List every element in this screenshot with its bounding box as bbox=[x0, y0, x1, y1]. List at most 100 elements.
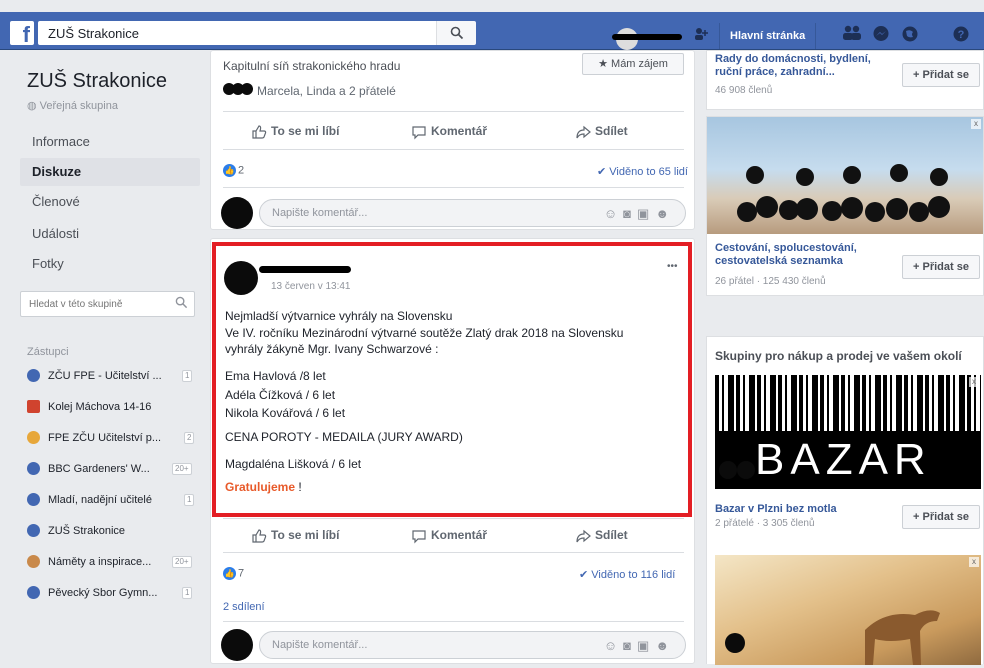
event-place: Kapitulní síň strakonického hradu bbox=[223, 59, 401, 73]
highlight-box bbox=[212, 242, 692, 517]
like-label: To se mi líbí bbox=[271, 124, 340, 138]
seen-by-count[interactable]: ✔ Viděno to 65 lidí bbox=[597, 165, 688, 178]
comment-icon bbox=[412, 530, 426, 544]
notification-count-badge: 1 bbox=[182, 587, 193, 599]
shortcut-item[interactable]: ZUŠ Strakonice bbox=[22, 520, 202, 542]
thumbs-up-icon bbox=[252, 529, 267, 543]
suggested-group-name[interactable]: Bazar v Plzni bez motla bbox=[715, 503, 837, 516]
suggested-group-name[interactable]: Cestování, spolucestování, cestovatelská… bbox=[715, 242, 895, 268]
shares-count[interactable]: 2 sdílení bbox=[223, 601, 265, 613]
shortcut-item[interactable]: FPE ZČU Učitelství p... 2 bbox=[22, 427, 202, 449]
user-name-redaction bbox=[612, 34, 682, 40]
bazar-cover-image[interactable]: BAZAR x bbox=[715, 375, 981, 489]
like-count-number: 7 bbox=[238, 567, 245, 580]
like-label: To se mi líbí bbox=[271, 528, 340, 542]
join-group-button[interactable]: + Přidat se bbox=[902, 505, 980, 529]
notifications-globe-icon[interactable] bbox=[900, 25, 920, 45]
group-icon bbox=[27, 462, 40, 475]
search-icon[interactable] bbox=[175, 296, 188, 309]
notification-count-badge: 20+ bbox=[172, 556, 192, 568]
horse-cover-image[interactable]: x bbox=[715, 555, 981, 665]
help-icon[interactable]: ? bbox=[951, 25, 971, 45]
friend-avatar bbox=[241, 83, 253, 95]
shortcut-item[interactable]: Náměty a inspirace... 20+ bbox=[22, 551, 202, 573]
shortcut-label: Kolej Máchova 14-16 bbox=[48, 401, 152, 413]
search-button[interactable] bbox=[436, 21, 476, 45]
shortcut-label: Náměty a inspirace... bbox=[48, 556, 152, 568]
globe-icon: ◍ bbox=[27, 100, 40, 112]
share-label: Sdílet bbox=[595, 124, 628, 138]
shortcut-item[interactable]: Pěvecký Sbor Gymn... 1 bbox=[22, 582, 202, 604]
suggested-group-members: 2 přátelé · 3 305 členů bbox=[715, 518, 815, 529]
buy-sell-groups-card: Skupiny pro nákup a prodej ve vašem okol… bbox=[706, 336, 984, 665]
group-title[interactable]: ZUŠ Strakonice bbox=[27, 70, 167, 93]
group-privacy-label: ◍ Veřejná skupina bbox=[27, 99, 118, 112]
group-cover-image[interactable]: x bbox=[707, 117, 983, 234]
group-search-input[interactable] bbox=[21, 292, 166, 316]
seen-by-count[interactable]: ✔ Viděno to 116 lidí bbox=[579, 568, 675, 581]
share-button[interactable]: Sdílet bbox=[575, 114, 628, 148]
shortcut-label: ZUŠ Strakonice bbox=[48, 525, 126, 537]
group-icon bbox=[27, 431, 40, 444]
friend-requests-small-icon[interactable] bbox=[694, 27, 708, 44]
comment-button[interactable]: Komentář bbox=[411, 114, 487, 148]
close-icon[interactable]: x bbox=[971, 119, 981, 129]
shortcut-item[interactable]: ZČU FPE - Učitelství ... 1 bbox=[22, 365, 202, 387]
divider bbox=[223, 621, 684, 622]
notification-count-badge: 20+ bbox=[172, 463, 192, 475]
friend-avatar bbox=[725, 633, 745, 653]
comment-placeholder: Napište komentář... bbox=[272, 207, 368, 219]
nav-item-fotky[interactable]: Fotky bbox=[20, 250, 200, 278]
join-group-button[interactable]: + Přidat se bbox=[902, 63, 980, 87]
shortcut-item[interactable]: Kolej Máchova 14-16 bbox=[22, 396, 202, 418]
close-icon[interactable]: x bbox=[969, 557, 979, 567]
nav-item-diskuze[interactable]: Diskuze bbox=[20, 158, 200, 186]
nav-item-udalosti[interactable]: Události bbox=[20, 220, 200, 248]
like-reaction-icon: 👍 bbox=[223, 164, 236, 177]
like-count[interactable]: 👍 7 bbox=[223, 567, 244, 580]
shortcut-item[interactable]: BBC Gardeners' W... 20+ bbox=[22, 458, 202, 480]
commenter-avatar bbox=[221, 629, 253, 661]
comment-input[interactable]: Napište komentář... ☺◙▣☻ bbox=[259, 631, 686, 659]
shortcut-label: ZČU FPE - Učitelství ... bbox=[48, 370, 162, 382]
post-card: Kapitulní síň strakonického hradu ★ Mám … bbox=[210, 50, 695, 230]
divider bbox=[223, 187, 684, 188]
thumbs-up-icon bbox=[252, 125, 267, 139]
comment-input[interactable]: Napište komentář... ☺◙▣☻ bbox=[259, 199, 686, 227]
shortcut-item[interactable]: Mladí, nadějní učitelé 1 bbox=[22, 489, 202, 511]
like-count[interactable]: 👍 2 bbox=[223, 164, 244, 177]
divider bbox=[223, 149, 684, 150]
group-search-box bbox=[20, 291, 195, 317]
group-icon bbox=[27, 555, 40, 568]
nav-item-informace[interactable]: Informace bbox=[20, 128, 200, 156]
comment-label: Komentář bbox=[431, 124, 488, 138]
comment-attachment-icons[interactable]: ☺◙▣☻ bbox=[604, 638, 675, 654]
post-action-bar: To se mi líbí Komentář Sdílet bbox=[211, 518, 696, 552]
interested-button[interactable]: ★ Mám zájem bbox=[582, 53, 684, 75]
share-button[interactable]: Sdílet bbox=[575, 518, 628, 552]
share-icon bbox=[576, 125, 591, 139]
shortcut-label: Mladí, nadějní učitelé bbox=[48, 494, 152, 506]
search-input[interactable] bbox=[38, 21, 438, 45]
shortcut-label: Pěvecký Sbor Gymn... bbox=[48, 587, 158, 599]
join-group-button[interactable]: + Přidat se bbox=[902, 255, 980, 279]
shortcut-label: FPE ZČU Učitelství p... bbox=[48, 432, 162, 444]
facebook-logo-icon[interactable]: f bbox=[10, 21, 34, 45]
home-link[interactable]: Hlavní stránka bbox=[719, 23, 817, 49]
nav-item-clenove[interactable]: Členové bbox=[20, 188, 200, 216]
group-icon bbox=[27, 586, 40, 599]
comment-button[interactable]: Komentář bbox=[411, 518, 487, 552]
comment-label: Komentář bbox=[431, 528, 488, 542]
suggested-group-card: x Cestování, spolucestování, cestovatels… bbox=[706, 116, 984, 296]
comment-attachment-icons[interactable]: ☺◙▣☻ bbox=[604, 206, 675, 222]
friends-avatars bbox=[223, 83, 257, 95]
friend-avatar bbox=[719, 461, 737, 479]
share-label: Sdílet bbox=[595, 528, 628, 542]
messenger-icon[interactable] bbox=[871, 25, 891, 45]
friends-icon[interactable] bbox=[842, 25, 862, 45]
close-icon[interactable]: x bbox=[969, 377, 979, 387]
like-button[interactable]: To se mi líbí bbox=[251, 114, 339, 148]
commenter-avatar bbox=[221, 197, 253, 229]
shortcuts-heading: Zástupci bbox=[27, 346, 69, 358]
like-button[interactable]: To se mi líbí bbox=[251, 518, 339, 552]
